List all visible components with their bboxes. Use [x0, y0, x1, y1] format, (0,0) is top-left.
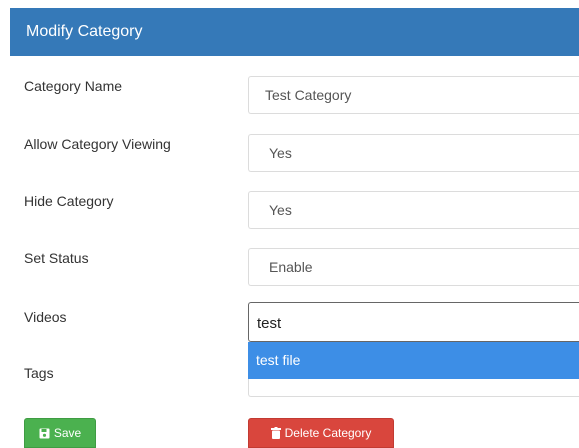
save-button-label: Save: [53, 426, 82, 440]
set-status-value: Enable: [269, 259, 313, 275]
videos-field[interactable]: [248, 302, 579, 342]
category-name-label: Category Name: [24, 78, 123, 94]
allow-viewing-select[interactable]: Yes: [248, 134, 579, 172]
floppy-disk-icon: [39, 428, 50, 439]
delete-button-label: Delete Category: [284, 426, 372, 440]
videos-suggestion-item[interactable]: test file: [248, 342, 579, 379]
category-name-field[interactable]: Test Category: [248, 76, 579, 114]
panel-title: Modify Category: [26, 23, 143, 40]
modify-category-page: Modify Category Category Name Test Categ…: [0, 0, 579, 448]
hide-category-select[interactable]: Yes: [248, 191, 579, 229]
videos-label: Videos: [24, 309, 67, 325]
delete-category-button[interactable]: Delete Category: [248, 418, 394, 448]
set-status-select[interactable]: Enable: [248, 248, 579, 286]
allow-viewing-label: Allow Category Viewing: [24, 136, 171, 152]
hide-category-value: Yes: [269, 202, 292, 218]
hide-category-label: Hide Category: [24, 193, 114, 209]
save-button[interactable]: Save: [24, 418, 96, 448]
tags-label: Tags: [24, 365, 54, 381]
allow-viewing-value: Yes: [269, 145, 292, 161]
category-name-value: Test Category: [265, 87, 352, 103]
trash-icon: [270, 427, 281, 439]
tags-field[interactable]: [248, 379, 579, 397]
panel-header: Modify Category: [10, 8, 579, 56]
videos-input[interactable]: [257, 313, 557, 333]
set-status-label: Set Status: [24, 250, 89, 266]
